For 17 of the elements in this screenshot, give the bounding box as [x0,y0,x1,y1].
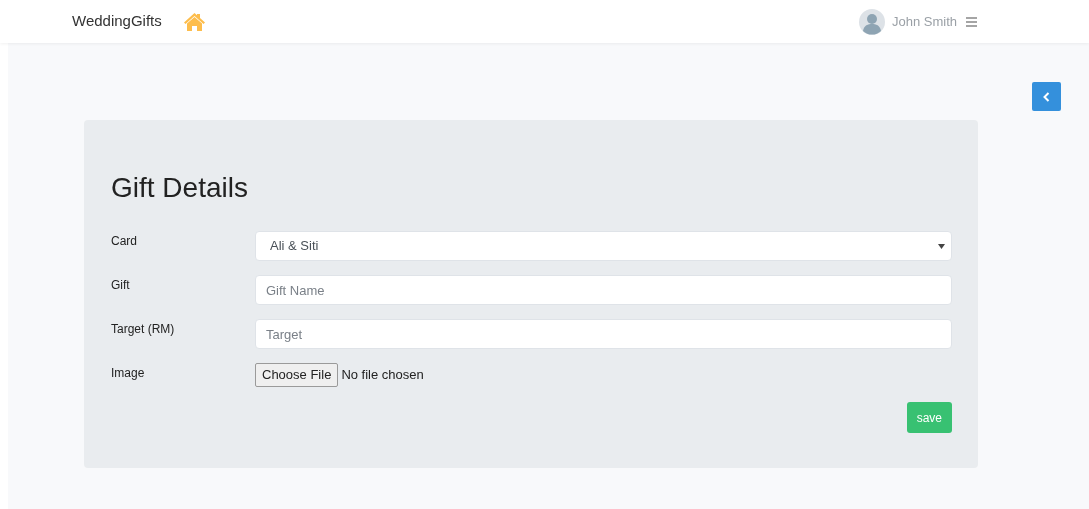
field-label: Gift [111,277,131,294]
back-button[interactable] [1032,82,1061,111]
file-status: No file chosen [341,366,424,385]
field-label: Target (RM) [111,321,176,338]
form-title: Gift Details [111,174,249,202]
avatar-icon[interactable] [858,8,885,35]
text-field[interactable]: Gift Name [255,275,952,305]
dropdown-caret-icon [938,243,945,249]
field-label: Image [111,365,146,382]
field-label: Card [111,233,138,250]
card-select[interactable]: Ali & Siti [255,231,952,261]
brand-name[interactable]: WeddingGifts [72,10,162,33]
home-icon[interactable] [182,11,206,32]
text-field[interactable]: Target [255,319,952,349]
menu-icon[interactable] [966,16,977,27]
chevron-left-icon [1043,91,1050,102]
choose-file-button[interactable]: Choose File [255,363,339,387]
